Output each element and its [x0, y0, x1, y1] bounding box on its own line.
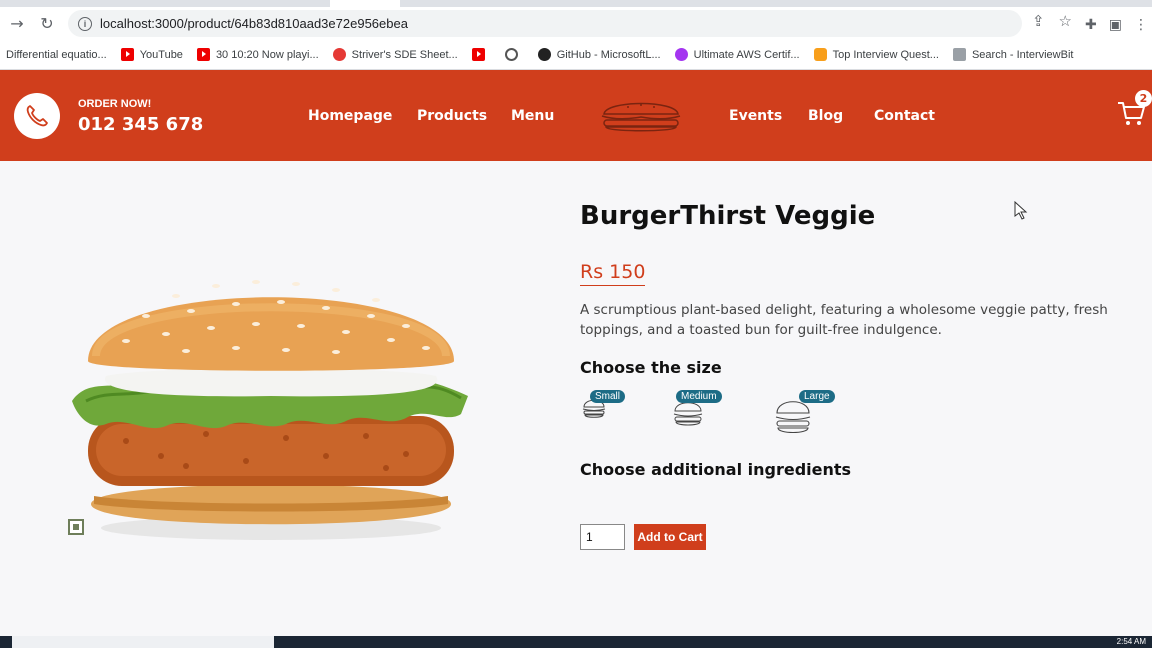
site-header: ORDER NOW! 012 345 678 Homepage Products…: [0, 70, 1152, 161]
menu-icon[interactable]: ⋮: [1134, 17, 1148, 33]
globe-icon: [504, 48, 518, 61]
leetcode-icon: [813, 48, 827, 61]
nav-homepage[interactable]: Homepage: [308, 108, 392, 124]
side-panel-icon[interactable]: ▣: [1109, 17, 1122, 33]
phone-icon[interactable]: [14, 93, 60, 139]
address-bar[interactable]: i localhost:3000/product/64b83d810aad3e7…: [68, 10, 1022, 37]
size-option-large[interactable]: Large: [775, 390, 835, 439]
size-label-medium: Medium: [676, 390, 722, 403]
bookmark-label[interactable]: Striver's SDE Sheet...: [352, 49, 458, 61]
site-info-icon[interactable]: i: [78, 16, 92, 31]
bookmark-star-icon[interactable]: ☆: [1059, 12, 1072, 30]
bookmark-item[interactable]: [471, 48, 491, 61]
active-tab[interactable]: [330, 0, 400, 7]
bookmark-item[interactable]: Differential equatio...: [6, 49, 107, 61]
share-icon[interactable]: ⇪: [1032, 12, 1045, 30]
bookmark-item[interactable]: YouTube: [120, 48, 183, 61]
tab-strip[interactable]: [0, 0, 1152, 7]
browser-chrome: → ↻ i localhost:3000/product/64b83d810aa…: [0, 0, 1152, 40]
reload-icon[interactable]: ↻: [34, 11, 60, 37]
url-text[interactable]: localhost:3000/product/64b83d810aad3e72e…: [100, 16, 408, 31]
ingredients-heading: Choose additional ingredients: [580, 460, 852, 479]
order-phone-number: 012 345 678: [78, 114, 204, 135]
image-control-icon[interactable]: [68, 519, 84, 535]
youtube-icon: [471, 48, 485, 61]
forward-icon[interactable]: →: [4, 11, 30, 37]
mouse-cursor-icon: [1014, 200, 1028, 225]
bookmark-item[interactable]: Striver's SDE Sheet...: [332, 48, 458, 61]
size-heading: Choose the size: [580, 358, 722, 377]
site-icon: [332, 48, 346, 61]
medium-burger-icon: [673, 402, 703, 426]
nav-menu[interactable]: Menu: [511, 108, 554, 124]
product-price: Rs 150: [580, 261, 646, 286]
nav-contact[interactable]: Contact: [874, 108, 935, 124]
bookmark-item[interactable]: GitHub - MicrosoftL...: [537, 48, 661, 61]
bookmark-label[interactable]: Search - InterviewBit: [972, 49, 1073, 61]
bookmark-label[interactable]: Differential equatio...: [6, 49, 107, 61]
interviewbit-icon: [952, 48, 966, 61]
taskbar-clock: 2:54 AM: [1116, 637, 1146, 646]
product-description: A scrumptious plant-based delight, featu…: [580, 302, 1108, 338]
bookmark-label[interactable]: 30 10:20 Now playi...: [216, 49, 319, 61]
taskbar-search[interactable]: [12, 636, 274, 648]
size-option-medium[interactable]: Medium: [673, 390, 722, 431]
extensions-icon[interactable]: ✚: [1085, 17, 1097, 33]
bookmark-label[interactable]: Ultimate AWS Certif...: [694, 49, 800, 61]
burger-logo-icon[interactable]: [598, 98, 684, 138]
size-label-small: Small: [590, 390, 626, 403]
add-to-cart-button[interactable]: Add to Cart: [634, 524, 706, 550]
nav-events[interactable]: Events: [729, 108, 782, 124]
nav-products[interactable]: Products: [417, 108, 487, 124]
cart-count-badge: 2: [1135, 90, 1152, 107]
bookmark-item[interactable]: 30 10:20 Now playi...: [196, 48, 319, 61]
bookmark-label[interactable]: GitHub - MicrosoftL...: [557, 49, 661, 61]
order-now-label: ORDER NOW!: [78, 98, 152, 110]
bookmark-item[interactable]: Top Interview Quest...: [813, 48, 939, 61]
toolbar-icons: ✚ ▣ ⋮: [1085, 17, 1148, 33]
quantity-input[interactable]: [580, 524, 625, 550]
bookmark-label[interactable]: Top Interview Quest...: [833, 49, 939, 61]
omnibox-actions: ⇪ ☆: [1032, 12, 1072, 30]
bookmark-item[interactable]: Search - InterviewBit: [952, 48, 1073, 61]
product-page: BurgerThirst Veggie Rs 150 A scrumptious…: [0, 161, 1152, 636]
product-image: [66, 256, 476, 550]
product-title: BurgerThirst Veggie: [580, 201, 876, 231]
bookmark-item[interactable]: Ultimate AWS Certif...: [674, 48, 800, 61]
address-row: → ↻ i localhost:3000/product/64b83d810aa…: [0, 7, 1152, 40]
size-option-small[interactable]: Small: [582, 390, 626, 423]
nav-blog[interactable]: Blog: [808, 108, 843, 124]
youtube-icon: [196, 48, 210, 61]
udemy-icon: [674, 48, 688, 61]
bookmarks-bar: Differential equatio... YouTube 30 10:20…: [0, 40, 1152, 70]
bookmark-item[interactable]: [504, 48, 524, 61]
youtube-icon: [120, 48, 134, 61]
size-label-large: Large: [799, 390, 835, 403]
bookmark-label[interactable]: YouTube: [140, 49, 183, 61]
os-taskbar: 2:54 AM: [0, 636, 1152, 648]
github-icon: [537, 48, 551, 61]
